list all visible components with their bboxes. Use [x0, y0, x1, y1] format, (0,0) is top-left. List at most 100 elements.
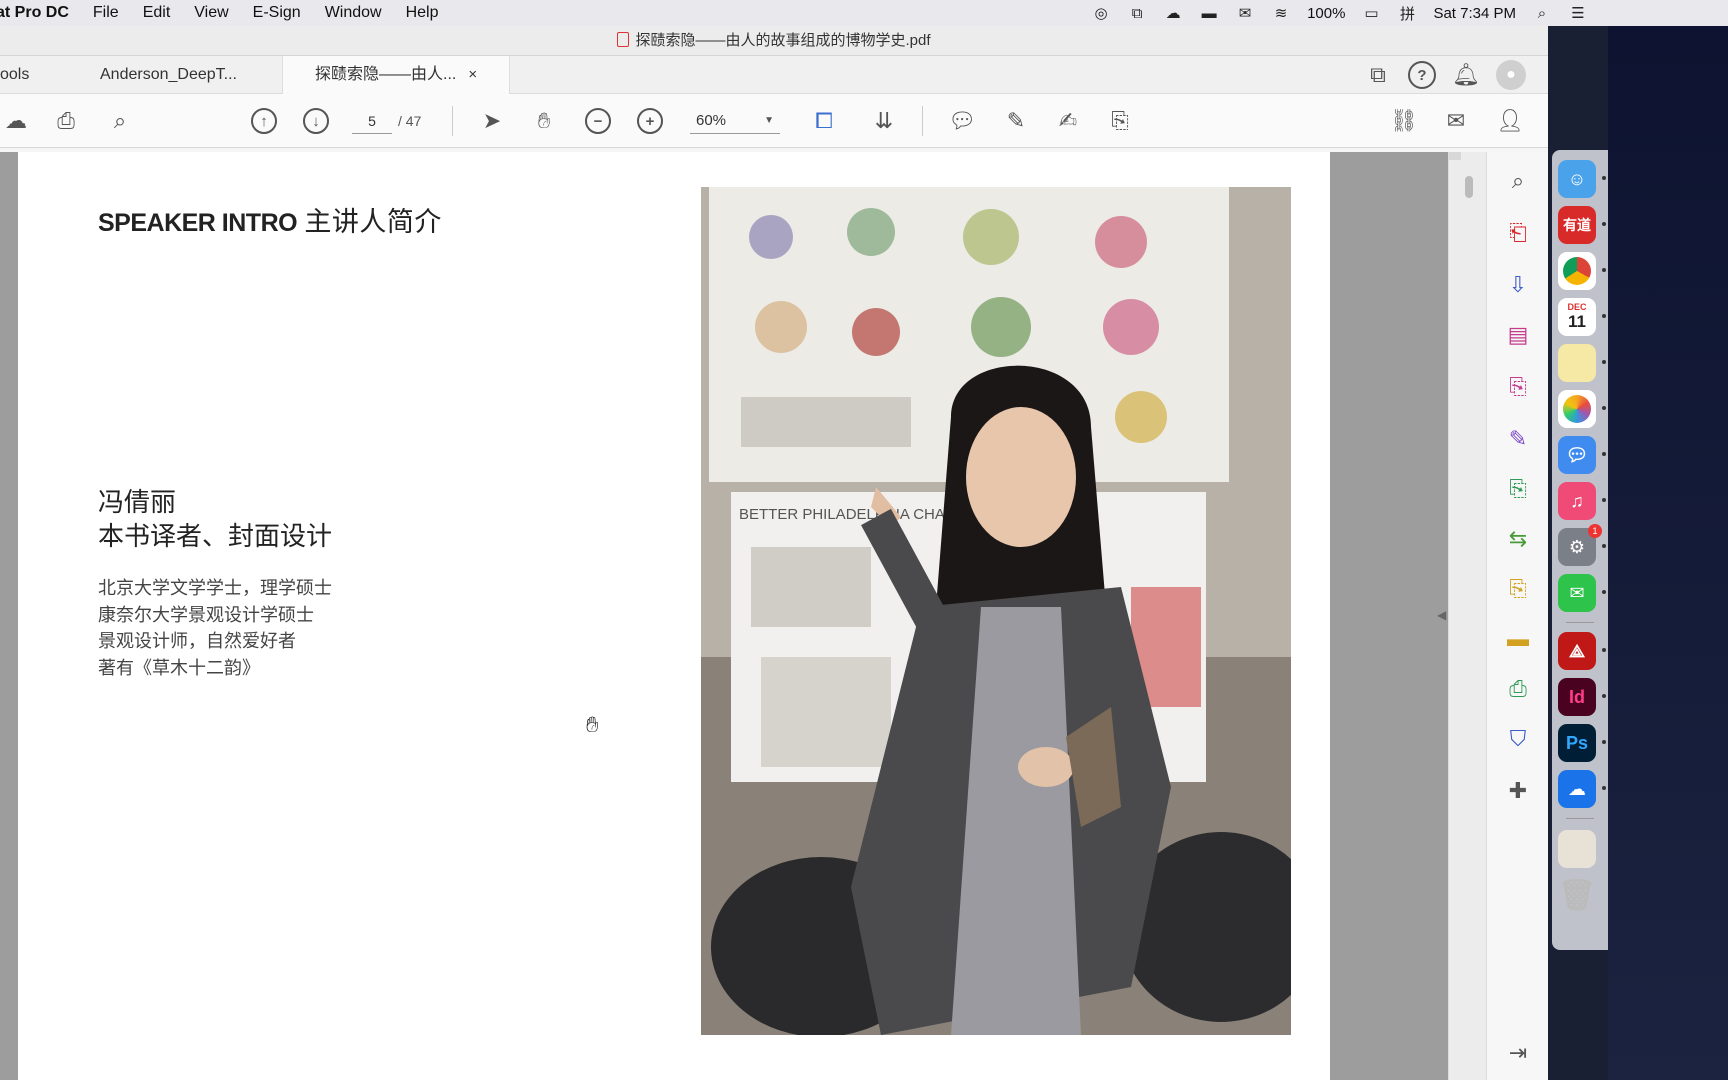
- fill-sign-icon[interactable]: ⎘: [1104, 105, 1136, 137]
- tab-bar: ools Anderson_DeepT... 探赜索隐——由人... × ⧉ ? …: [0, 56, 1548, 94]
- select-tool-icon[interactable]: ➤: [476, 105, 508, 137]
- menu-file[interactable]: File: [81, 0, 131, 26]
- minus-icon: −: [585, 108, 611, 134]
- tab-anderson[interactable]: Anderson_DeepT...: [100, 56, 237, 94]
- tab-current-document[interactable]: 探赜索隐——由人... ×: [282, 56, 511, 94]
- compare-files-icon[interactable]: ⇆: [1503, 524, 1533, 554]
- clock[interactable]: Sat 7:34 PM: [1433, 5, 1516, 22]
- protect-shield-icon[interactable]: ⛉: [1503, 724, 1533, 754]
- organize-pages-icon[interactable]: ▤: [1503, 320, 1533, 350]
- previous-page-button[interactable]: ↑: [248, 105, 280, 137]
- youdao-label: 有道: [1563, 217, 1591, 233]
- music-icon[interactable]: ♫: [1558, 482, 1596, 520]
- pdf-file-icon: [617, 32, 630, 47]
- menu-view[interactable]: View: [182, 0, 240, 26]
- combine-files-icon[interactable]: ⎘: [1503, 474, 1533, 504]
- notes-icon[interactable]: [1558, 344, 1596, 382]
- next-page-button[interactable]: ↓: [300, 105, 332, 137]
- wechat-status-icon[interactable]: ✉: [1235, 4, 1255, 22]
- running-indicator: [1602, 268, 1606, 272]
- cloud-upload-icon[interactable]: ☁: [0, 105, 32, 137]
- menu-esign[interactable]: E-Sign: [241, 0, 313, 26]
- chevron-down-icon: ▼: [764, 115, 774, 126]
- add-user-icon[interactable]: 👤︎: [1494, 105, 1526, 137]
- calendar-icon[interactable]: DEC 11: [1558, 298, 1596, 336]
- cloud-app-icon[interactable]: ☁: [1558, 770, 1596, 808]
- spotlight-icon[interactable]: ⌕: [1532, 4, 1552, 22]
- qq-icon[interactable]: ◎: [1091, 4, 1111, 22]
- dropbox-icon[interactable]: ⧉: [1127, 4, 1147, 22]
- collapse-panel-arrow-icon[interactable]: ◀: [1437, 608, 1446, 622]
- speaker-photo-illustration: BETTER PHILADELPHIA CHALLEN: [701, 187, 1291, 1035]
- chrome-icon[interactable]: [1558, 252, 1596, 290]
- zoom-select[interactable]: 60% ▼: [690, 108, 780, 134]
- running-indicator: [1602, 314, 1606, 318]
- page-number-input[interactable]: 5: [352, 108, 392, 134]
- vertical-scrollbar[interactable]: ◀: [1437, 152, 1486, 1080]
- acrobat-icon[interactable]: ⟁: [1558, 632, 1596, 670]
- photos-icon[interactable]: [1558, 390, 1596, 428]
- speaker-intro-heading: SPEAKER INTRO 主讲人简介: [98, 200, 442, 239]
- wifi-icon[interactable]: ≋: [1271, 4, 1291, 22]
- comment-tool-icon[interactable]: ▬: [1503, 624, 1533, 654]
- creative-cloud-icon[interactable]: ☁: [1163, 4, 1183, 22]
- document-viewer: SPEAKER INTRO 主讲人简介 冯倩丽 本书译者、封面设计 北京大学文学…: [0, 152, 1448, 1080]
- tab-current-label: 探赜索隐——由人...: [315, 66, 457, 83]
- close-tab-icon[interactable]: ×: [468, 66, 477, 83]
- messages-icon[interactable]: 💬︎: [1558, 436, 1596, 474]
- page-display-icon[interactable]: ⧠: [808, 105, 840, 137]
- recent-document-icon[interactable]: [1558, 830, 1596, 868]
- scan-ocr-icon[interactable]: ⎘: [1503, 574, 1533, 604]
- menu-edit[interactable]: Edit: [131, 0, 183, 26]
- zoom-out-button[interactable]: −: [582, 105, 614, 137]
- scroll-mode-icon[interactable]: ⇊: [868, 105, 900, 137]
- fill-sign-tool-icon[interactable]: ✎: [1503, 424, 1533, 454]
- help-icon[interactable]: ?: [1408, 61, 1436, 89]
- menu-app-name[interactable]: at Pro DC: [0, 0, 81, 26]
- expand-pane-icon[interactable]: ⇥: [1503, 1038, 1533, 1068]
- sign-icon[interactable]: ✍︎: [1052, 105, 1084, 137]
- running-indicator: [1602, 694, 1606, 698]
- youdao-icon[interactable]: 有道: [1558, 206, 1596, 244]
- wechat-icon[interactable]: ✉: [1558, 574, 1596, 612]
- running-indicator: [1602, 452, 1606, 456]
- zoom-search-icon[interactable]: ⌕: [104, 105, 136, 137]
- battery-icon[interactable]: ▭: [1361, 4, 1381, 22]
- menu-window[interactable]: Window: [313, 0, 394, 26]
- scrollbar-top: [1449, 152, 1461, 160]
- notification-center-icon[interactable]: ☰: [1568, 4, 1588, 22]
- more-tools-icon[interactable]: ✚: [1503, 776, 1533, 806]
- highlight-icon[interactable]: ✎: [1000, 105, 1032, 137]
- comment-icon[interactable]: 💬︎: [946, 105, 978, 137]
- tab-tools[interactable]: ools: [0, 56, 29, 94]
- link-icon[interactable]: ⛓︎: [1388, 105, 1420, 137]
- export-pdf-icon[interactable]: ⇩: [1503, 270, 1533, 300]
- bell-icon[interactable]: 🔔︎: [1452, 62, 1480, 87]
- menu-help[interactable]: Help: [394, 0, 451, 26]
- share-screen-icon[interactable]: ⧉: [1368, 62, 1388, 87]
- zoom-tool-icon[interactable]: ⌕: [1503, 166, 1533, 196]
- create-pdf-icon[interactable]: ⎗: [1503, 218, 1533, 248]
- trash-icon[interactable]: 🗑︎: [1558, 876, 1596, 914]
- avatar[interactable]: ●: [1496, 60, 1526, 90]
- notification-badge: 1: [1588, 524, 1602, 538]
- scrollbar-thumb[interactable]: [1465, 176, 1473, 198]
- speaker-role: 本书译者、封面设计: [98, 522, 333, 552]
- page-total: / 47: [398, 113, 422, 129]
- edit-pdf-icon[interactable]: ⎘: [1503, 372, 1533, 402]
- running-indicator: [1602, 176, 1606, 180]
- zoom-in-button[interactable]: +: [634, 105, 666, 137]
- bio-line: 著有《草木十二韵》: [98, 657, 260, 679]
- calendar-month: DEC: [1567, 302, 1587, 312]
- finder-icon[interactable]: ☺: [1558, 160, 1596, 198]
- email-icon[interactable]: ✉: [1440, 105, 1472, 137]
- speaker-bio: 北京大学文学学士，理学硕士 康奈尔大学景观设计学硕士 景观设计师，自然爱好者 著…: [98, 576, 332, 682]
- input-method-icon[interactable]: 拼: [1397, 4, 1417, 23]
- indesign-icon[interactable]: Id: [1558, 678, 1596, 716]
- messages-status-icon[interactable]: ▬: [1199, 4, 1219, 22]
- print-icon[interactable]: ⎙: [50, 105, 82, 137]
- photoshop-icon[interactable]: Ps: [1558, 724, 1596, 762]
- hand-tool-icon[interactable]: ✋︎: [528, 105, 560, 137]
- arrow-down-icon: ↓: [303, 108, 329, 134]
- print-production-icon[interactable]: ⎙: [1503, 674, 1533, 704]
